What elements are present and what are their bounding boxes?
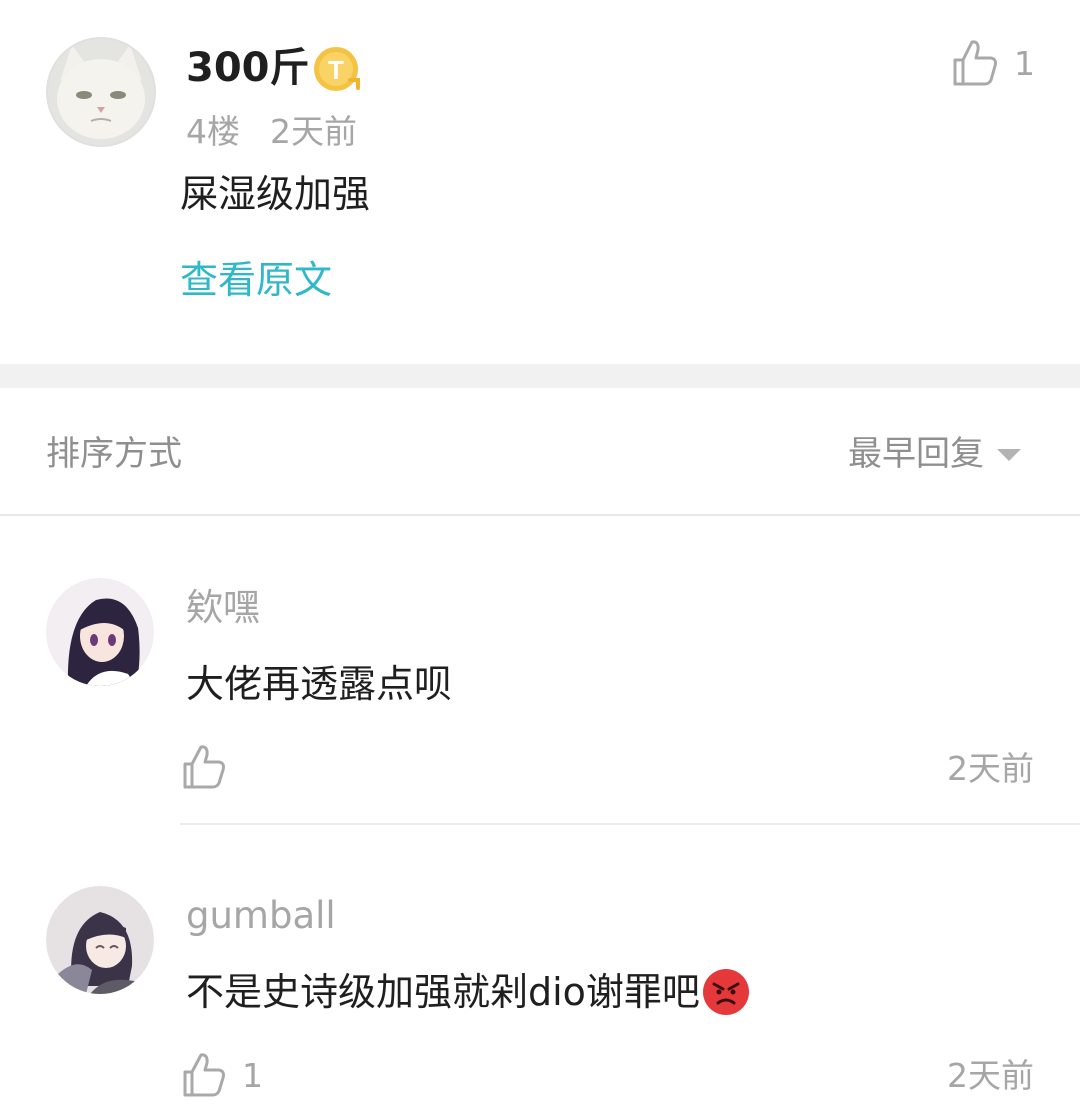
reply-author[interactable]: 欸嘿: [186, 584, 260, 632]
reply-text: 大佬再透露点呗: [186, 662, 453, 706]
sort-dropdown[interactable]: 最早回复: [848, 430, 1022, 478]
reply-author[interactable]: gumball: [186, 892, 336, 940]
sort-value: 最早回复: [848, 434, 984, 474]
reply-time: 2天前: [947, 749, 1034, 788]
reply-text: 不是史诗级加强就剁dio谢罪吧: [186, 970, 700, 1014]
post-time: 2天前: [270, 112, 357, 151]
angry-face-icon: [702, 969, 749, 1015]
divider: [0, 514, 1080, 516]
coin-badge-icon: T: [312, 44, 362, 94]
reply-text-row: 不是史诗级加强就剁dio谢罪吧: [186, 966, 750, 1018]
author-name[interactable]: 300斤: [186, 40, 310, 96]
reply-avatar[interactable]: [46, 886, 154, 994]
reply-avatar[interactable]: [46, 578, 154, 686]
reply-time: 2天前: [947, 1056, 1034, 1095]
like-icon[interactable]: [182, 744, 226, 790]
like-icon[interactable]: [952, 38, 998, 88]
post-content: 屎湿级加强: [180, 172, 371, 216]
badge-letter: T: [328, 55, 344, 85]
like-count: 1: [242, 1056, 263, 1095]
like-icon[interactable]: [182, 1052, 226, 1098]
floor-number: 4楼: [186, 112, 240, 151]
author-avatar[interactable]: [46, 37, 156, 147]
section-divider: [0, 364, 1080, 388]
view-original-link[interactable]: 查看原文: [180, 254, 332, 306]
post-meta: 4楼 2天前: [186, 110, 357, 154]
like-count: 1: [1014, 44, 1035, 83]
divider: [180, 823, 1080, 825]
sort-label: 排序方式: [46, 434, 182, 474]
chevron-down-icon: [997, 449, 1021, 461]
